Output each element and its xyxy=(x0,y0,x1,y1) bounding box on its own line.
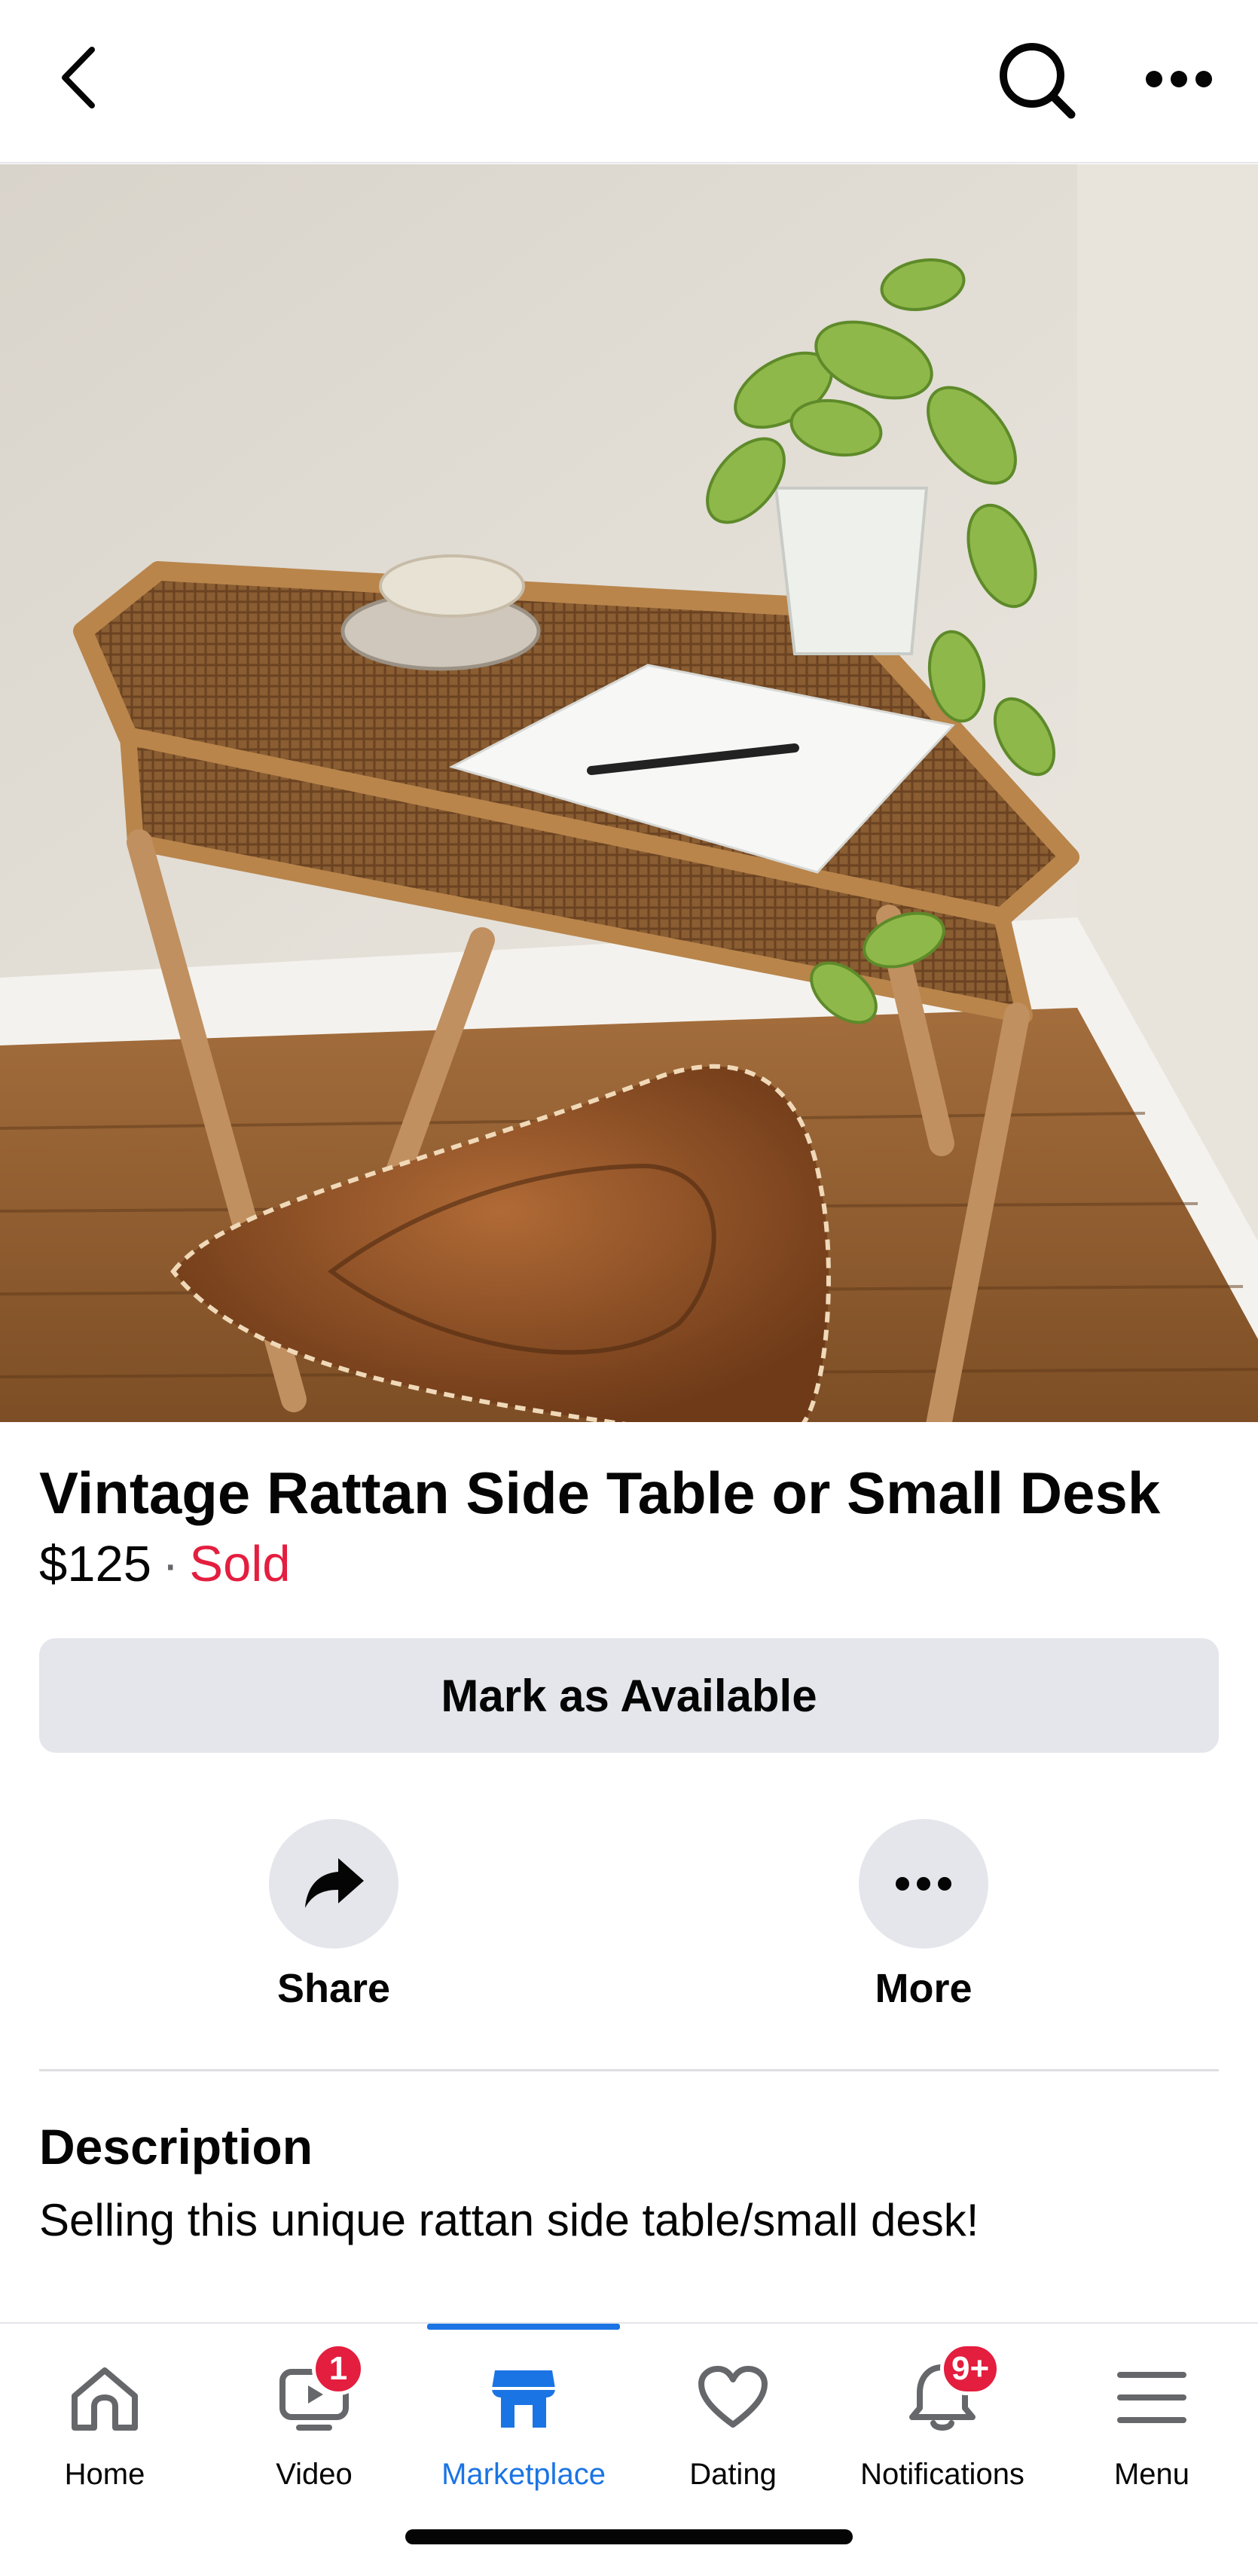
chevron-left-icon[interactable] xyxy=(53,44,105,111)
tab-video[interactable]: 1 Video xyxy=(209,2324,419,2512)
marketplace-icon xyxy=(492,2370,555,2428)
share-label: Share xyxy=(276,1966,391,2011)
tab-home[interactable]: Home xyxy=(0,2324,209,2512)
tab-dating[interactable]: Dating xyxy=(628,2324,838,2512)
home-indicator[interactable] xyxy=(405,2529,853,2544)
hamburger-icon xyxy=(1117,2372,1186,2423)
active-tab-indicator xyxy=(427,2324,620,2330)
description-text: Selling this unique rattan side table/sm… xyxy=(39,2195,979,2245)
rattan-table-image xyxy=(0,164,1258,1422)
tab-notifications[interactable]: 9+ Notifications xyxy=(838,2324,1047,2512)
tab-label: Home xyxy=(64,2458,145,2491)
video-badge: 1 xyxy=(312,2343,365,2395)
share-button[interactable]: Share xyxy=(221,1819,447,2022)
home-icon xyxy=(72,2367,138,2431)
notifications-badge: 9+ xyxy=(940,2343,1001,2395)
status-badge: Sold xyxy=(189,1536,291,1592)
mark-as-available-button[interactable]: Mark as Available xyxy=(39,1638,1219,1753)
tab-label: Notifications xyxy=(860,2458,1024,2491)
search-icon[interactable] xyxy=(994,38,1077,121)
ellipsis-icon xyxy=(859,1819,988,1949)
top-bar xyxy=(0,0,1258,163)
tab-label: Menu xyxy=(1113,2458,1190,2491)
listing-title: Vintage Rattan Side Table or Small Desk xyxy=(39,1460,1161,1526)
more-label: More xyxy=(875,1966,973,2011)
description-heading: Description xyxy=(39,2119,313,2175)
tab-label: Marketplace xyxy=(441,2458,606,2491)
tab-menu[interactable]: Menu xyxy=(1047,2324,1256,2512)
listing-photo[interactable] xyxy=(0,164,1258,1422)
divider xyxy=(39,2069,1219,2071)
tab-marketplace[interactable]: Marketplace xyxy=(419,2324,628,2512)
share-icon xyxy=(269,1819,398,1949)
tab-label: Video xyxy=(276,2458,353,2491)
heart-icon xyxy=(698,2366,768,2428)
listing-price: $125 xyxy=(39,1536,152,1592)
ellipsis-icon[interactable] xyxy=(1137,45,1220,113)
more-button[interactable]: More xyxy=(811,1819,1037,2022)
tab-label: Dating xyxy=(689,2458,777,2491)
price-separator: · xyxy=(162,1536,179,1592)
price-line: $125 · Sold xyxy=(39,1531,290,1598)
